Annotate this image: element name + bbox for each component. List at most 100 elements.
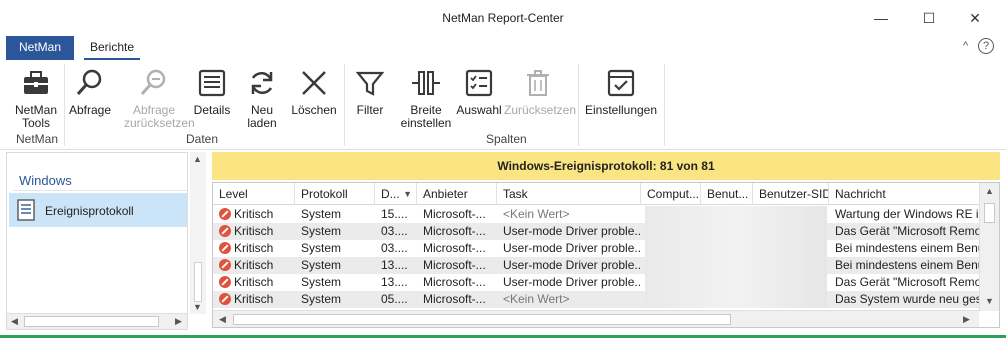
column-header-datum[interactable]: D... ▼ [375,183,417,205]
scroll-left-icon[interactable]: ◀ [219,314,226,325]
table-row[interactable]: Kritisch System 13.... Microsoft-... User-mo… [213,274,979,291]
column-header-level[interactable]: Level [213,183,295,205]
window-title: NetMan Report-Center [442,11,564,25]
scroll-up-icon[interactable]: ▲ [985,186,994,196]
table-row[interactable]: Kritisch System 13.... Microsoft-... User-mo… [213,257,979,274]
cell-anbieter: Microsoft-... [423,224,486,238]
cell-level: Kritisch [213,240,295,257]
scroll-right-icon[interactable]: ▶ [175,316,182,327]
separator [578,64,579,146]
scroll-thumb[interactable] [194,262,202,302]
table-row[interactable]: Kritisch System 05.... Microsoft-... <Kein W… [213,291,979,308]
scroll-down-icon[interactable]: ▼ [193,302,202,312]
divider [13,190,187,191]
scroll-thumb[interactable] [24,316,159,327]
cell-protokoll: System [301,207,342,221]
refresh-icon [251,71,273,95]
cell-anbieter: Microsoft-... [423,275,486,289]
cell-anbieter: Microsoft-... [423,258,486,272]
scroll-left-icon[interactable]: ◀ [11,316,18,327]
level-text: Kritisch [234,241,274,255]
cell-nachricht: Das Gerät "Microsoft Remote I [835,224,979,238]
einstellungen-label: Einstellungen [584,103,658,117]
cell-anbieter: Microsoft-... [423,241,486,255]
minimize-button[interactable]: — [866,7,896,29]
details-label: Details [193,103,231,117]
critical-icon [219,208,231,220]
tab-berichte[interactable]: Berichte [84,36,140,60]
cell-level: Kritisch [213,291,295,308]
sort-desc-icon: ▼ [403,189,412,199]
critical-icon [219,293,231,305]
zuruecksetzen-button[interactable]: Zurücksetzen [504,66,576,117]
scroll-up-icon[interactable]: ▲ [193,154,202,164]
tree-horizontal-scrollbar[interactable]: ◀ ▶ [7,313,187,329]
level-text: Kritisch [234,224,274,238]
table-row[interactable]: Kritisch System 03.... Microsoft-... User-mo… [213,240,979,257]
delete-icon [302,71,326,95]
cell-level: Kritisch [213,206,295,223]
close-button[interactable]: ✕ [960,7,990,29]
column-header-computer[interactable]: Comput... [641,183,701,205]
neu-laden-button[interactable]: Neu laden [240,66,284,130]
abfrage-reset-label: Abfrage zurücksetzen [124,103,195,130]
critical-icon [219,225,231,237]
table-header: Level Protokoll D... ▼ Anbieter Task Comp… [213,183,979,205]
group-label-spalten: Spalten [486,132,527,146]
cell-anbieter: Microsoft-... [423,292,486,306]
column-header-anbieter[interactable]: Anbieter [417,183,497,205]
trash-icon [527,70,549,96]
cell-nachricht: Das System wurde neu gestar [835,292,979,306]
einstellungen-button[interactable]: Einstellungen [584,66,658,117]
tab-netman[interactable]: NetMan [6,36,74,60]
critical-icon [219,276,231,288]
abfrage-reset-button[interactable]: Abfrage zurücksetzen [124,66,195,130]
cell-task: User-mode Driver proble... [503,258,641,272]
filter-button[interactable]: Filter [350,66,390,117]
abfrage-button[interactable]: Abfrage [66,66,114,117]
table-horizontal-scrollbar[interactable]: ◀ ▶ [213,310,979,327]
ribbon: NetMan Tools NetMan Abfrage Abfrage zurü… [0,60,1006,150]
help-icon[interactable]: ? [978,38,994,54]
cell-level: Kritisch [213,274,295,291]
separator [64,64,65,146]
column-header-nachricht[interactable]: Nachricht [829,183,979,205]
level-text: Kritisch [234,207,274,221]
netman-tools-button[interactable]: NetMan Tools [10,66,62,130]
cell-task: User-mode Driver proble... [503,275,641,289]
auswahl-button[interactable]: Auswahl [456,66,502,117]
table-vertical-scrollbar[interactable]: ▲ ▼ [979,183,999,311]
column-header-task[interactable]: Task [497,183,641,205]
column-header-protokoll[interactable]: Protokoll [295,183,375,205]
cell-task: User-mode Driver proble... [503,241,641,255]
column-header-benutzer[interactable]: Benut... [701,183,753,205]
scroll-down-icon[interactable]: ▼ [985,296,994,306]
separator [344,64,345,146]
tree-vertical-scrollbar[interactable]: ▲ ▼ [190,152,206,314]
cell-protokoll: System [301,241,342,255]
event-table: Level Protokoll D... ▼ Anbieter Task Comp… [212,182,1000,328]
neu-laden-label: Neu laden [247,103,277,130]
auswahl-label: Auswahl [456,103,502,117]
column-width-icon [412,71,440,95]
separator [664,64,665,146]
column-header-benutzer-sid[interactable]: Benutzer-SID [753,183,829,205]
maximize-button[interactable]: ☐ [914,7,944,29]
group-label-netman: NetMan [16,132,59,146]
breite-button[interactable]: Breite einstellen [398,66,454,130]
scroll-thumb[interactable] [233,314,731,325]
tree-item-ereignisprotokoll[interactable]: Ereignisprotokoll [9,193,187,227]
checklist-icon [465,69,493,97]
loeschen-button[interactable]: Löschen [290,66,338,117]
table-row[interactable]: Kritisch System 03.... Microsoft-... User-mo… [213,223,979,240]
details-button[interactable]: Details [190,66,234,117]
cell-task: User-mode Driver proble... [503,224,641,238]
scroll-right-icon[interactable]: ▶ [963,314,970,325]
filter-label: Filter [356,103,384,117]
collapse-ribbon-icon[interactable]: ^ [963,40,968,52]
cell-protokoll: System [301,258,342,272]
scroll-thumb[interactable] [984,203,995,223]
critical-icon [219,242,231,254]
group-label-daten: Daten [186,132,219,146]
table-row[interactable]: Kritisch System 15.... Microsoft-... <Kein W… [213,206,979,223]
